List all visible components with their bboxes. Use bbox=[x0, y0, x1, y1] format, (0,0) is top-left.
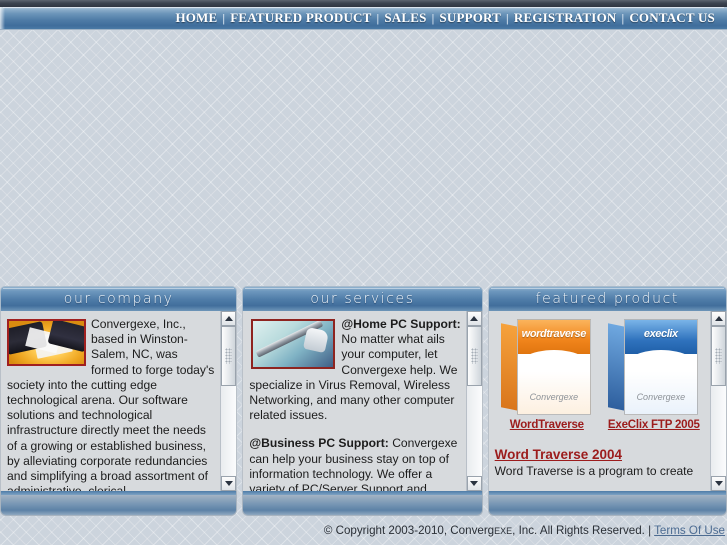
panel-header-featured-product: featured product bbox=[487, 286, 727, 311]
box-spine bbox=[607, 323, 625, 411]
featured-product-area: wordtraverse Convergexe WordTraverse exe… bbox=[489, 311, 710, 491]
panel-header-our-services: our services bbox=[242, 286, 483, 311]
handshake-image bbox=[7, 319, 86, 366]
scroll-up-button[interactable] bbox=[221, 311, 237, 326]
featured-blurb: Word Traverse is a program to create bbox=[494, 464, 694, 479]
panel-title: featured product bbox=[535, 291, 679, 307]
product-thumbnails-row: wordtraverse Convergexe WordTraverse exe… bbox=[495, 317, 706, 433]
scrollbar-our-company[interactable] bbox=[220, 311, 237, 491]
scroll-up-button[interactable] bbox=[466, 311, 482, 326]
our-company-text-area: Convergexe, Inc., based in Winston-Salem… bbox=[1, 311, 220, 491]
scroll-track[interactable] bbox=[466, 326, 482, 476]
copyright-text: © Copyright 2003-2010, ConvergEXE, Inc. … bbox=[324, 524, 725, 537]
panel-body-featured-product: wordtraverse Convergexe WordTraverse exe… bbox=[487, 311, 727, 491]
panel-title: our services bbox=[310, 291, 415, 307]
triangle-up-icon bbox=[470, 316, 479, 321]
scrollbar-our-services[interactable] bbox=[465, 311, 482, 491]
grip-icon bbox=[715, 348, 722, 364]
panel-footer-our-company bbox=[0, 491, 238, 516]
home-support-heading: @Home PC Support: bbox=[341, 317, 461, 331]
box-title-text: execlix bbox=[643, 328, 678, 340]
triangle-down-icon bbox=[224, 481, 233, 486]
panel-body-our-services: @Home PC Support: No matter what ails yo… bbox=[242, 311, 483, 491]
panel-featured-product: featured product wordtraverse Convergexe bbox=[487, 286, 727, 516]
scroll-down-button[interactable] bbox=[466, 476, 482, 491]
triangle-up-icon bbox=[714, 316, 723, 321]
scrollbar-featured-product[interactable] bbox=[710, 311, 726, 491]
nav-list: HOME | FEATURED PRODUCT | SALES | SUPPOR… bbox=[171, 9, 727, 27]
page-footer: © Copyright 2003-2010, ConvergEXE, Inc. … bbox=[0, 516, 727, 545]
nav-item-support[interactable]: SUPPORT bbox=[435, 9, 505, 27]
panel-our-services: our services @Home PC Support: No matter… bbox=[242, 286, 483, 516]
nav-item-sales[interactable]: SALES bbox=[380, 9, 430, 27]
banner-area bbox=[0, 31, 727, 283]
copyright-prefix: © Copyright 2003-2010, Converg bbox=[323, 524, 495, 537]
box-brand-text: Convergexe bbox=[636, 391, 686, 402]
box-spine bbox=[500, 323, 518, 411]
product-link-wordtraverse[interactable]: WordTraverse bbox=[498, 418, 595, 433]
product-execlix: execlix Convergexe ExeClix FTP 2005 bbox=[605, 319, 702, 433]
scroll-thumb[interactable] bbox=[466, 326, 482, 386]
execlix-boxshot-image: execlix Convergexe bbox=[607, 319, 700, 415]
product-link-execlix[interactable]: ExeClix FTP 2005 bbox=[605, 418, 702, 433]
box-title-text: wordtraverse bbox=[521, 328, 587, 340]
scroll-thumb[interactable] bbox=[711, 326, 726, 386]
scroll-down-button[interactable] bbox=[711, 476, 726, 491]
nav-item-home[interactable]: HOME bbox=[171, 9, 221, 27]
business-support-heading: @Business PC Support: bbox=[249, 436, 389, 451]
panels-row: our company Convergexe, Inc., based in W… bbox=[0, 286, 727, 516]
triangle-down-icon bbox=[714, 481, 723, 486]
triangle-up-icon bbox=[224, 316, 233, 321]
panel-footer-featured-product bbox=[487, 491, 727, 516]
scroll-thumb[interactable] bbox=[221, 326, 237, 386]
copyright-suffix: , Inc. All Rights Reserved. bbox=[512, 524, 649, 537]
scroll-up-button[interactable] bbox=[711, 311, 726, 326]
product-wordtraverse: wordtraverse Convergexe WordTraverse bbox=[498, 319, 595, 433]
terms-of-use-link[interactable]: Terms Of Use bbox=[654, 524, 725, 537]
nav-item-contact-us[interactable]: CONTACT US bbox=[625, 9, 719, 27]
box-brand-text: Convergexe bbox=[529, 391, 579, 402]
panel-footer-our-services bbox=[242, 491, 483, 516]
featured-headline-link[interactable]: Word Traverse 2004 bbox=[495, 447, 706, 462]
scroll-down-button[interactable] bbox=[221, 476, 237, 491]
scroll-track[interactable] bbox=[711, 326, 726, 476]
nav-item-featured-product[interactable]: FEATURED PRODUCT bbox=[226, 9, 375, 27]
wordtraverse-boxshot-image: wordtraverse Convergexe bbox=[500, 319, 593, 415]
top-dark-strip bbox=[0, 0, 727, 7]
grip-icon bbox=[225, 348, 233, 364]
panel-our-company: our company Convergexe, Inc., based in W… bbox=[0, 286, 238, 516]
grip-icon bbox=[470, 348, 478, 364]
main-navigation-bar: HOME | FEATURED PRODUCT | SALES | SUPPOR… bbox=[0, 7, 727, 30]
our-services-text-area: @Home PC Support: No matter what ails yo… bbox=[243, 311, 465, 491]
panel-title: our company bbox=[63, 291, 174, 307]
panel-header-our-company: our company bbox=[0, 286, 238, 311]
nav-item-registration[interactable]: REGISTRATION bbox=[510, 9, 621, 27]
box-face: wordtraverse Convergexe bbox=[516, 319, 591, 415]
triangle-down-icon bbox=[470, 481, 479, 486]
scroll-track[interactable] bbox=[221, 326, 237, 476]
tools-image bbox=[251, 319, 336, 369]
copyright-smallcaps: EXE bbox=[494, 526, 513, 536]
box-face: execlix Convergexe bbox=[623, 319, 698, 415]
panel-body-our-company: Convergexe, Inc., based in Winston-Salem… bbox=[0, 311, 238, 491]
